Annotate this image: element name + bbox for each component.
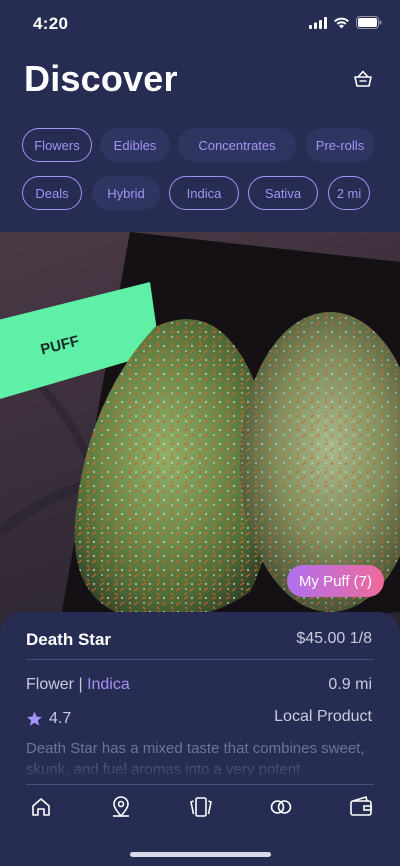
- cards-icon[interactable]: [186, 792, 216, 822]
- product-price: $45.00 1/8: [296, 630, 372, 647]
- star-icon: [27, 711, 42, 726]
- battery-icon: [356, 16, 382, 29]
- status-icons: [309, 16, 382, 29]
- filter-chip-sativa[interactable]: Sativa: [248, 176, 318, 210]
- description-fade: [0, 754, 400, 782]
- my-puff-button[interactable]: My Puff (7): [286, 565, 384, 597]
- product-distance: 0.9 mi: [328, 676, 372, 693]
- filter-chip-distance[interactable]: 2 mi: [328, 176, 370, 210]
- filter-chip-concentrates[interactable]: Concentrates: [178, 128, 296, 162]
- wifi-icon: [334, 17, 349, 28]
- basket-icon[interactable]: [352, 68, 374, 90]
- product-card: Death Star $45.00 1/8 Flower | Indica 0.…: [0, 612, 400, 866]
- divider: [26, 659, 374, 660]
- signal-icon: [309, 16, 327, 29]
- filter-chip-pre-rolls[interactable]: Pre-rolls: [305, 128, 375, 162]
- product-rating: 4.7: [26, 710, 71, 728]
- bottom-nav: [0, 792, 400, 840]
- category-label: Flower |: [26, 676, 88, 693]
- product-origin: Local Product: [274, 708, 372, 725]
- map-pin-icon[interactable]: [106, 792, 136, 822]
- page-title: Discover: [24, 58, 178, 99]
- header: Discover Flowers Edibles Concentrates Pr…: [0, 48, 400, 232]
- filter-chip-flowers[interactable]: Flowers: [22, 128, 92, 162]
- wallet-icon[interactable]: [346, 792, 376, 822]
- strain-label[interactable]: Indica: [87, 676, 130, 693]
- filter-chip-deals[interactable]: Deals: [22, 176, 82, 210]
- rating-value: 4.7: [49, 710, 72, 727]
- product-name: Death Star: [26, 630, 112, 649]
- home-indicator: [130, 852, 271, 857]
- home-icon[interactable]: [26, 792, 56, 822]
- status-time: 4:20: [33, 14, 69, 33]
- circles-icon[interactable]: [266, 792, 296, 822]
- divider: [26, 784, 374, 785]
- product-category: Flower | Indica: [26, 676, 130, 694]
- filter-chip-hybrid[interactable]: Hybrid: [92, 176, 160, 210]
- status-bar: 4:20: [0, 0, 400, 48]
- filter-chip-edibles[interactable]: Edibles: [100, 128, 170, 162]
- filter-chip-indica[interactable]: Indica: [169, 176, 239, 210]
